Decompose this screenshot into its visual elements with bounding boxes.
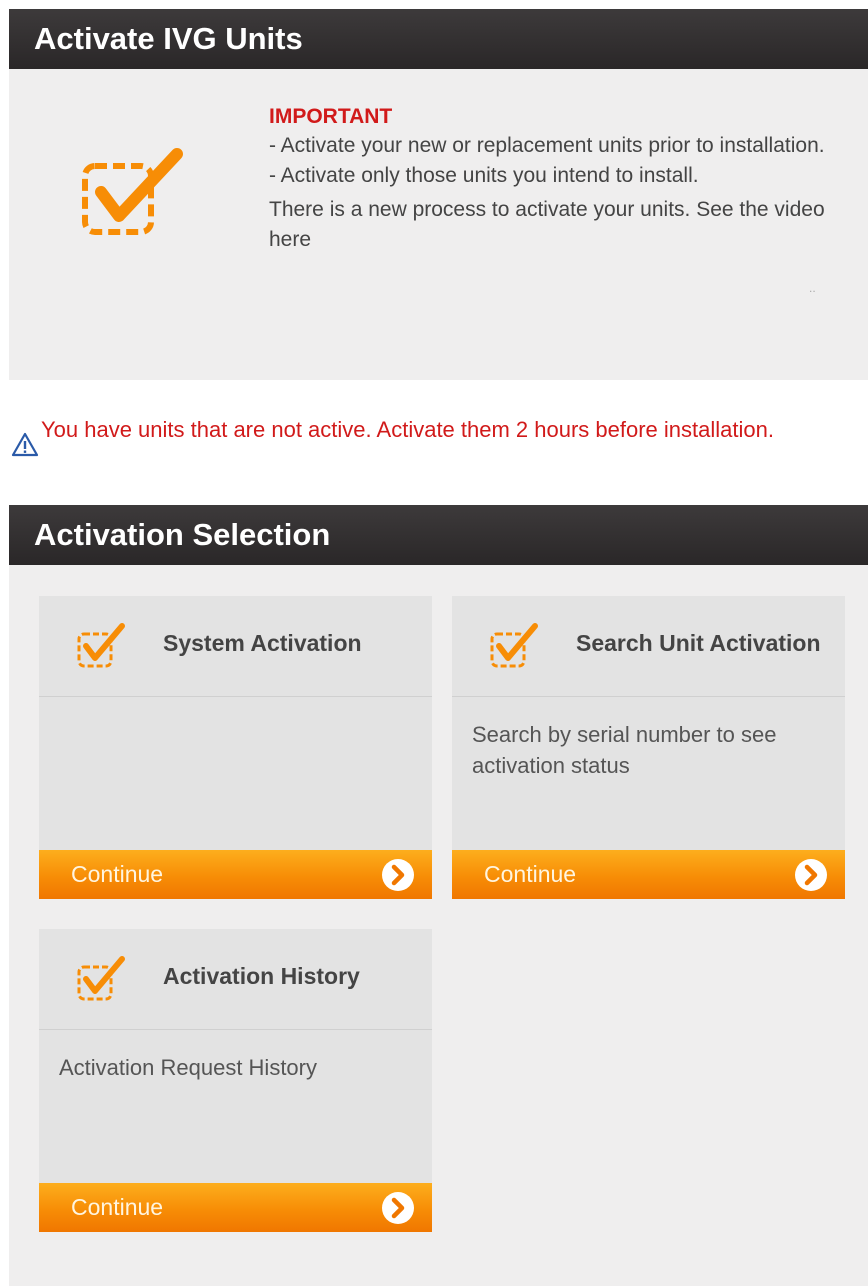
system-activation-card: System Activation Continue xyxy=(39,596,432,899)
important-notice: IMPORTANT - Activate your new or replace… xyxy=(269,103,859,255)
continue-label: Continue xyxy=(71,1194,164,1220)
continue-label: Continue xyxy=(71,861,164,887)
important-notice-panel: IMPORTANT - Activate your new or replace… xyxy=(9,69,868,380)
card-header: Search Unit Activation xyxy=(452,596,845,697)
page-title: Activate IVG Units xyxy=(9,9,868,69)
notice-line-1: - Activate your new or replacement units… xyxy=(269,134,825,157)
system-activation-continue-button[interactable]: Continue xyxy=(39,850,432,899)
card-header: Activation History xyxy=(39,929,432,1030)
continue-label: Continue xyxy=(484,861,577,887)
search-unit-activation-card: Search Unit Activation Search by serial … xyxy=(452,596,845,899)
notice-line-2: - Activate only those units you intend t… xyxy=(269,164,699,187)
inactive-units-warning: You have units that are not active. Acti… xyxy=(10,414,810,460)
card-title: System Activation xyxy=(163,630,362,656)
card-title: Activation History xyxy=(163,963,360,989)
activation-history-card: Activation History Activation Request Hi… xyxy=(39,929,432,1232)
warning-text: You have units that are not active. Acti… xyxy=(41,417,774,442)
important-title: IMPORTANT xyxy=(269,105,393,128)
card-description xyxy=(39,697,432,849)
video-process-link[interactable]: There is a new process to activate your … xyxy=(269,195,859,255)
arrow-right-circle-icon xyxy=(382,859,414,891)
checkbox-checked-icon xyxy=(82,148,183,235)
section-title: Activation Selection xyxy=(9,505,868,565)
arrow-right-circle-icon xyxy=(795,859,827,891)
card-description: Activation Request History xyxy=(59,1055,317,1080)
warning-triangle-icon xyxy=(11,432,39,457)
arrow-right-circle-icon xyxy=(382,1192,414,1224)
card-description: Search by serial number to see activatio… xyxy=(472,722,777,778)
checkbox-checked-icon xyxy=(490,623,538,668)
activation-history-continue-button[interactable]: Continue xyxy=(39,1183,432,1232)
search-unit-activation-continue-button[interactable]: Continue xyxy=(452,850,845,899)
checkbox-checked-icon xyxy=(77,956,125,1001)
card-header: System Activation xyxy=(39,596,432,697)
card-title: Search Unit Activation xyxy=(576,630,821,656)
more-dots: .. xyxy=(809,281,816,295)
checkbox-checked-icon xyxy=(77,623,125,668)
